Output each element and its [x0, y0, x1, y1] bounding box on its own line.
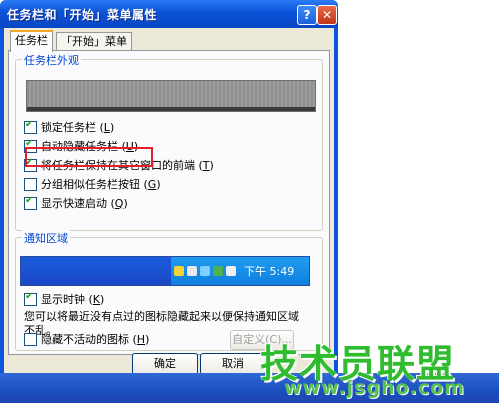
group-buttons-checkbox[interactable]: [24, 177, 37, 191]
option-show-clock[interactable]: 显示时钟 (K): [24, 291, 105, 306]
title-bar[interactable]: 任务栏和「开始」菜单属性 ? ✕: [0, 0, 338, 28]
watermark-url: www.jsgho.com: [284, 377, 465, 399]
hide-inactive-checkbox[interactable]: [24, 332, 37, 346]
help-button[interactable]: ?: [297, 5, 317, 25]
option-quick-launch[interactable]: 显示快速启动 (Q): [24, 195, 128, 210]
notification-preview-image: 下午 5:49: [20, 256, 310, 286]
show-clock-key: (K): [85, 292, 105, 306]
group-buttons-key: (G): [140, 177, 161, 191]
tab-start-menu[interactable]: 「开始」菜单: [56, 32, 132, 51]
quick-launch-key: (Q): [107, 196, 128, 210]
quick-launch-checkbox[interactable]: [24, 195, 37, 210]
tray-network-icon: [187, 266, 197, 276]
close-button[interactable]: ✕: [317, 5, 337, 25]
option-hide-inactive[interactable]: 隐藏不活动的图标 (H): [24, 332, 149, 346]
keep-on-top-key: (T): [195, 158, 214, 172]
auto-hide-highlight-box: [25, 147, 153, 167]
tray-hand-icon: [174, 266, 184, 276]
tray-monitor-icon: [200, 266, 210, 276]
tab-taskbar[interactable]: 任务栏: [10, 30, 53, 52]
option-group-buttons[interactable]: 分组相似任务栏按钮 (G): [24, 177, 161, 191]
tab-panel: 任务栏外观 锁定任务栏 (L) 自动隐藏任务栏 (U) 将任务栏保持在其它窗口的…: [8, 50, 330, 355]
lock-taskbar-key: (L): [96, 120, 115, 134]
appearance-group-title: 任务栏外观: [22, 52, 81, 68]
lock-taskbar-label: 锁定任务栏: [41, 121, 96, 134]
appearance-group: 任务栏外观 锁定任务栏 (L) 自动隐藏任务栏 (U) 将任务栏保持在其它窗口的…: [15, 52, 323, 231]
tray-app-icon: [226, 266, 236, 276]
lock-taskbar-checkbox[interactable]: [24, 119, 37, 134]
system-tray-preview: 下午 5:49: [171, 257, 309, 285]
hide-inactive-key: (H): [129, 332, 150, 346]
show-clock-checkbox[interactable]: [24, 291, 37, 306]
ok-button[interactable]: 确定: [132, 353, 198, 375]
show-clock-label: 显示时钟: [41, 293, 85, 306]
quick-launch-label: 显示快速启动: [41, 197, 107, 210]
cancel-button[interactable]: 取消: [200, 353, 266, 375]
tray-clock: 下午 5:49: [244, 265, 295, 278]
option-lock-taskbar[interactable]: 锁定任务栏 (L): [24, 119, 115, 134]
hide-inactive-label: 隐藏不活动的图标: [41, 333, 129, 346]
tray-volume-icon: [213, 266, 223, 276]
taskbar-preview-image: [26, 80, 316, 112]
window-title: 任务栏和「开始」菜单属性: [7, 8, 158, 22]
notification-group-title: 通知区域: [22, 230, 70, 246]
group-buttons-label: 分组相似任务栏按钮: [41, 178, 140, 191]
